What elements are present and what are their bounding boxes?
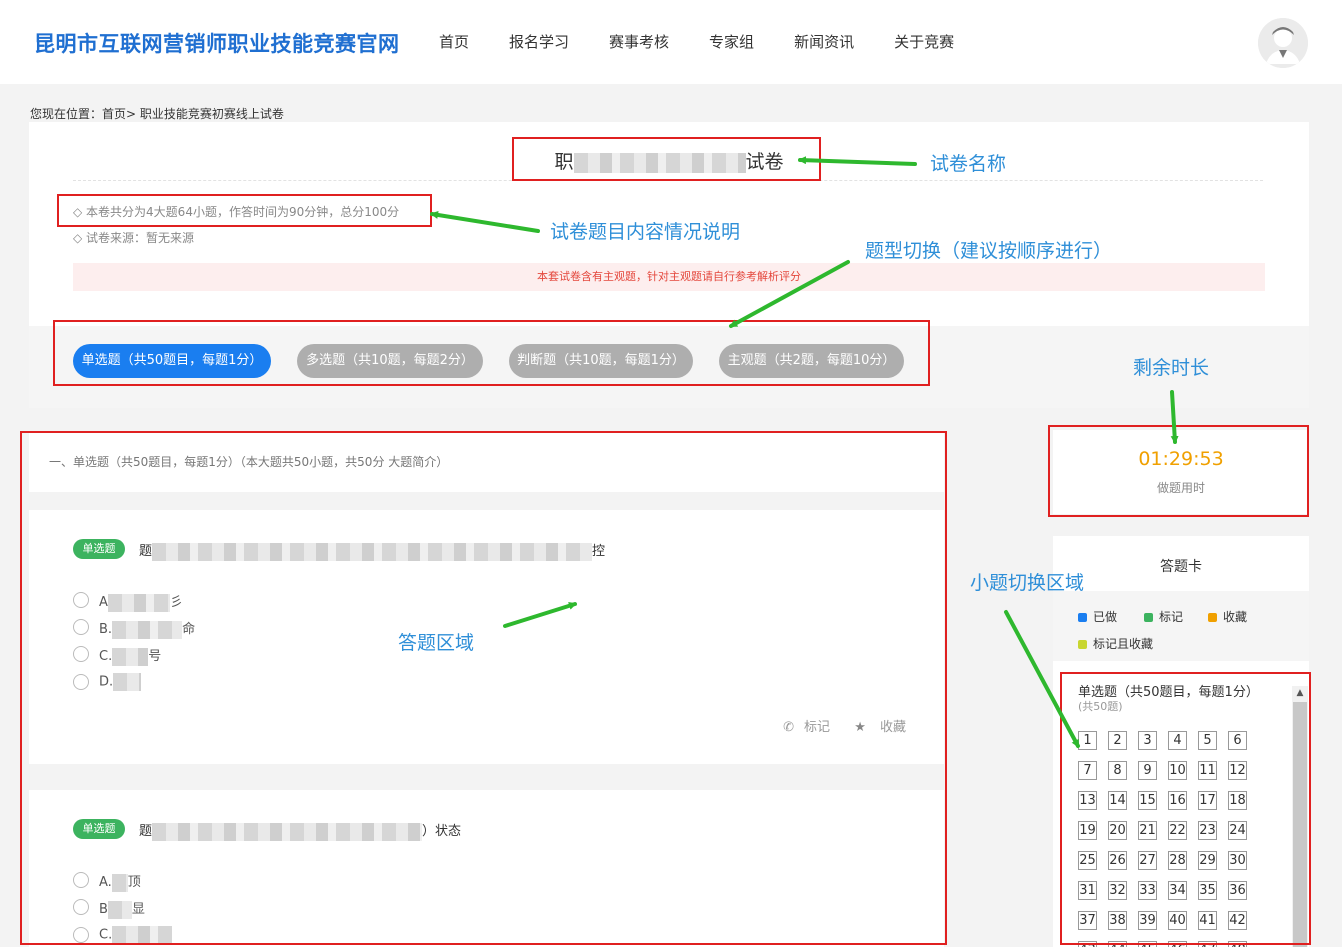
main-nav: 首页 报名学习 赛事考核 专家组 新闻资讯 关于竞赛 [439, 31, 994, 52]
user-avatar[interactable] [1258, 18, 1308, 68]
annotation-label-type-switch: 题型切换（建议按顺序进行） [865, 240, 1113, 262]
breadcrumb-prefix: 您现在位置： [30, 107, 103, 121]
annotation-label-answer-area: 答题区域 [398, 632, 475, 654]
legend-favorite-swatch [1208, 613, 1217, 622]
legend-label: 收藏 [1223, 610, 1248, 624]
annotation-label-paper-name: 试卷名称 [930, 153, 1007, 175]
nav-item-home[interactable]: 首页 [439, 31, 469, 52]
nav-item-experts[interactable]: 专家组 [709, 31, 754, 52]
annotation-label-time-left: 剩余时长 [1133, 357, 1210, 379]
annotation-box-type-switch [53, 320, 930, 386]
breadcrumb-home-link[interactable]: 首页 [102, 107, 126, 121]
legend-done: 已做 [1078, 608, 1117, 625]
legend-done-swatch [1078, 613, 1087, 622]
site-header: 昆明市互联网营销师职业技能竞赛官网 首页 报名学习 赛事考核 专家组 新闻资讯 … [0, 0, 1342, 84]
legend-marked: 标记 [1144, 608, 1183, 625]
legend-marked-swatch [1144, 613, 1153, 622]
legend-label: 已做 [1093, 610, 1118, 624]
site-logo[interactable]: 昆明市互联网营销师职业技能竞赛官网 [34, 28, 400, 58]
nav-item-exam[interactable]: 赛事考核 [609, 31, 669, 52]
annotation-label-question-switch: 小题切换区域 [970, 572, 1085, 594]
annotation-label-paper-desc: 试卷题目内容情况说明 [550, 221, 741, 243]
legend-label: 标记 [1159, 610, 1184, 624]
nav-item-news[interactable]: 新闻资讯 [794, 31, 854, 52]
subjective-notice: 本套试卷含有主观题，针对主观题请自行参考解析评分 [73, 263, 1265, 291]
avatar-icon [1258, 18, 1308, 68]
annotation-box-paper-name [512, 137, 821, 181]
legend-favorite: 收藏 [1208, 608, 1247, 625]
answer-card-title: 答题卡 [1160, 559, 1202, 575]
nav-item-about[interactable]: 关于竞赛 [894, 31, 954, 52]
annotation-box-question-switch [1060, 672, 1311, 945]
breadcrumb-current: 职业技能竞赛初赛线上试卷 [139, 107, 284, 121]
nav-item-signup-study[interactable]: 报名学习 [509, 31, 569, 52]
breadcrumb-separator: > [126, 107, 137, 121]
legend-marked-favorite-swatch [1078, 640, 1087, 649]
answer-card-legend: 已做 标记 收藏 标记且收藏 [1053, 591, 1309, 661]
annotation-box-timer [1048, 425, 1309, 517]
annotation-box-paper-desc [57, 194, 432, 227]
legend-marked-favorite: 标记且收藏 [1078, 635, 1153, 652]
paper-source: ◇ 试卷来源：暂无来源 [73, 231, 195, 245]
legend-label: 标记且收藏 [1093, 637, 1154, 651]
annotation-box-answer-area [20, 431, 947, 945]
breadcrumb: 您现在位置：首页> 职业技能竞赛初赛线上试卷 [30, 105, 284, 122]
